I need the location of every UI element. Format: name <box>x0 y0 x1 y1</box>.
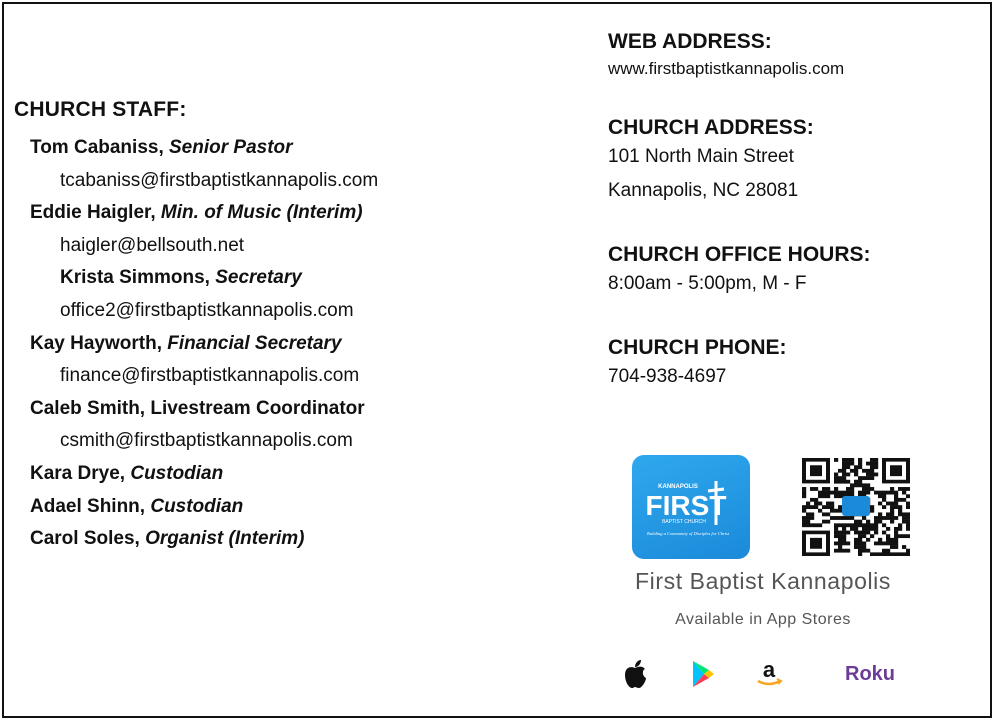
web-address-heading: WEB ADDRESS: <box>608 30 772 53</box>
church-address-block: CHURCH ADDRESS: 101 North Main Street Ka… <box>608 116 814 208</box>
office-hours-heading: CHURCH OFFICE HOURS: <box>608 243 871 266</box>
staff-heading: CHURCH STAFF: <box>14 98 187 121</box>
play-icon <box>693 661 714 687</box>
staff-member-name: Krista Simmons, Secretary <box>60 267 302 289</box>
app-logo-graphic: KANNAPOLIS FIRST BAPTIST CHURCH Building… <box>646 481 730 536</box>
staff-member-name: Caleb Smith, Livestream Coordinator <box>30 397 365 419</box>
phone-number[interactable]: 704-938-4697 <box>608 360 787 394</box>
office-hours-value: 8:00am - 5:00pm, M - F <box>608 273 807 294</box>
phone-block: CHURCH PHONE: 704-938-4697 <box>608 336 787 394</box>
app-availability: Available in App Stores <box>675 611 851 628</box>
staff-member-email[interactable]: tcabaniss@firstbaptistkannapolis.com <box>30 165 378 198</box>
staff-member-email[interactable]: office2@firstbaptistkannapolis.com <box>30 295 378 328</box>
staff-member-name: Tom Cabaniss, Senior Pastor <box>30 137 293 158</box>
roku-label: Roku <box>845 662 895 685</box>
web-address-link[interactable]: www.firstbaptistkannapolis.com <box>608 54 844 84</box>
church-address-line2: Kannapolis, NC 28081 <box>608 180 799 201</box>
amazon-store-icon[interactable]: a <box>752 656 786 692</box>
apple-icon <box>625 660 646 688</box>
app-logo: KANNAPOLIS FIRST BAPTIST CHURCH Building… <box>632 455 750 559</box>
app-store-list: a Roku <box>620 656 920 692</box>
phone-heading: CHURCH PHONE: <box>608 336 787 359</box>
logo-sub-text: BAPTIST CHURCH <box>662 519 706 525</box>
church-address-line1: 101 North Main Street <box>608 146 794 167</box>
amazon-icon: a <box>757 657 783 686</box>
church-address-heading: CHURCH ADDRESS: <box>608 116 814 139</box>
staff-member-email[interactable]: csmith@firstbaptistkannapolis.com <box>30 425 378 458</box>
staff-member-name: Kay Hayworth, Financial Secretary <box>30 332 342 354</box>
qr-code-icon[interactable] <box>802 458 910 556</box>
staff-member-name: Kara Drye, Custodian <box>30 462 224 484</box>
staff-member-name: Eddie Haigler, Min. of Music (Interim) <box>30 202 363 224</box>
roku-store-icon[interactable]: Roku <box>838 656 902 692</box>
web-address-block: WEB ADDRESS: www.firstbaptistkannapolis.… <box>608 30 844 84</box>
amazon-letter: a <box>763 657 776 682</box>
staff-list: Tom Cabaniss, Senior Pastor tcabaniss@fi… <box>30 132 378 556</box>
office-hours-block: CHURCH OFFICE HOURS: 8:00am - 5:00pm, M … <box>608 243 871 301</box>
staff-member-email[interactable]: haigler@bellsouth.net <box>30 230 378 263</box>
staff-member-name: Adael Shinn, Custodian <box>30 495 244 517</box>
google-play-icon[interactable] <box>688 656 718 692</box>
logo-tagline: Building a Community of Disciples for Ch… <box>647 531 730 536</box>
staff-member-email[interactable]: finance@firstbaptistkannapolis.com <box>30 360 378 393</box>
app-name: First Baptist Kannapolis <box>634 568 891 594</box>
logo-big-text: FIRST <box>646 490 727 521</box>
staff-member-name: Carol Soles, Organist (Interim) <box>30 528 305 550</box>
apple-store-icon[interactable] <box>620 656 650 692</box>
